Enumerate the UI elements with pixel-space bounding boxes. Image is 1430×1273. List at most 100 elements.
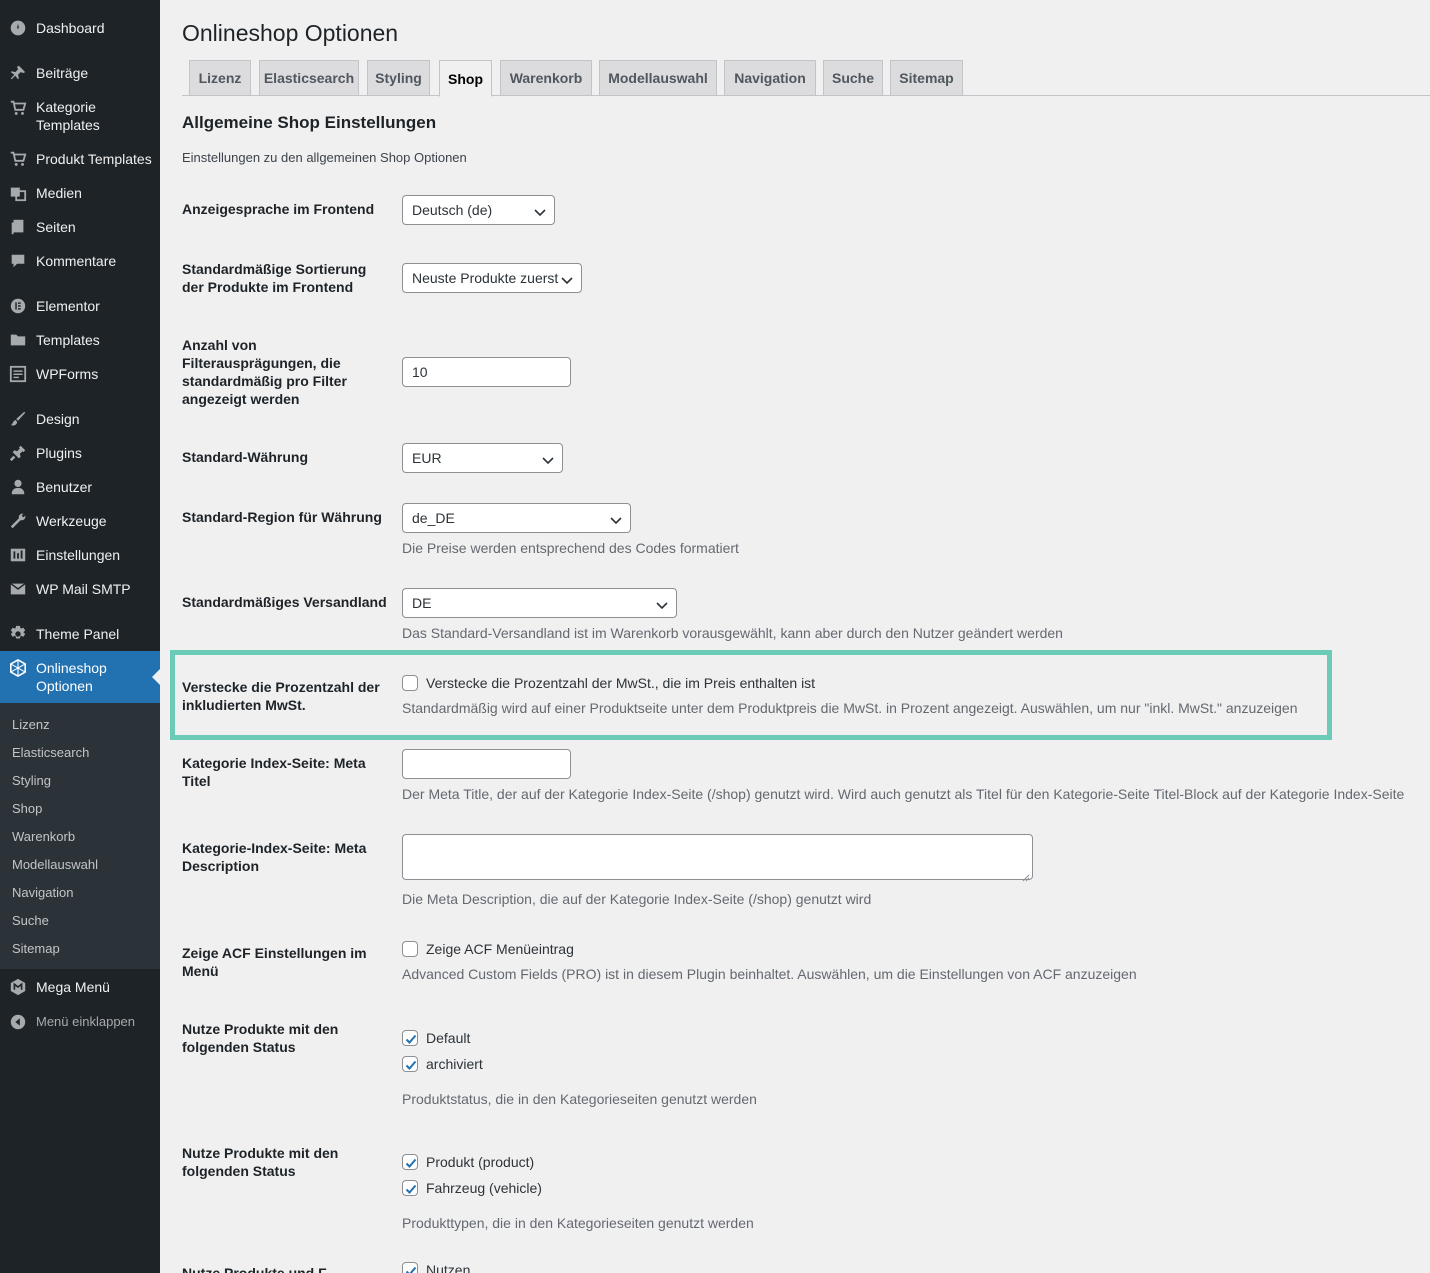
tab-styling[interactable]: Styling [367, 60, 430, 96]
meta-title-label: Kategorie Index-Seite: Meta Titel [182, 755, 366, 789]
region-select[interactable]: de_DE [402, 503, 631, 533]
mail-icon [8, 579, 28, 599]
sidebar-item-templates[interactable]: Templates [0, 330, 160, 350]
checkmark-icon [405, 1158, 417, 1168]
sidebar-item-einstellungen[interactable]: Einstellungen [0, 545, 160, 565]
status-label: Nutze Produkte mit den folgenden Status [182, 1021, 339, 1055]
submenu-item-shop[interactable]: Shop [12, 801, 42, 817]
type-vehicle-checkbox[interactable] [402, 1180, 418, 1196]
meta-description-textarea[interactable] [402, 834, 1033, 882]
pin-icon [8, 63, 28, 83]
acf-label: Zeige ACF Einstellungen im Menü [182, 945, 367, 979]
sorting-select[interactable]: Neuste Produkte zuerst [402, 263, 582, 293]
section-description: Einstellungen zu den allgemeinen Shop Op… [182, 150, 467, 165]
submenu-item-styling[interactable]: Styling [12, 773, 51, 789]
resize-handle-icon[interactable] [1022, 869, 1030, 882]
types-description: Produkttypen, die in den Kategorieseiten… [402, 1215, 754, 1231]
sidebar-item-mega-menu[interactable]: Mega Menü [0, 977, 160, 997]
submenu-item-warenkorb[interactable]: Warenkorb [12, 829, 75, 845]
partial-checkbox[interactable] [402, 1262, 418, 1273]
filter-count-input[interactable]: 10 [402, 357, 571, 387]
sidebar-item-design[interactable]: Design [0, 409, 160, 429]
type-option-product[interactable]: Produkt (product) [402, 1154, 534, 1170]
submenu: Lizenz Elasticsearch Styling Shop Warenk… [0, 703, 160, 969]
collapse-menu-button[interactable]: Menü einklappen [0, 1012, 160, 1032]
sidebar-item-medien[interactable]: Medien [0, 183, 160, 203]
sidebar-item-benutzer[interactable]: Benutzer [0, 477, 160, 497]
submenu-item-navigation[interactable]: Navigation [12, 885, 73, 901]
sidebar-item-kategorie-templates[interactable]: Kategorie Templates [0, 97, 160, 135]
submenu-item-modellauswahl[interactable]: Modellauswahl [12, 857, 98, 873]
tab-shop[interactable]: Shop [439, 60, 492, 97]
chevron-down-icon [561, 273, 573, 285]
checkmark-icon [405, 1034, 417, 1044]
submenu-item-elasticsearch[interactable]: Elasticsearch [12, 745, 89, 761]
cart-icon [8, 98, 28, 118]
submenu-item-lizenz[interactable]: Lizenz [12, 717, 50, 733]
acf-checkbox[interactable] [402, 941, 418, 957]
type-option-vehicle[interactable]: Fahrzeug (vehicle) [402, 1180, 542, 1196]
status-default-checkbox[interactable] [402, 1030, 418, 1046]
hide-vat-checkbox[interactable] [402, 675, 418, 691]
sidebar-item-dashboard[interactable]: Dashboard [0, 18, 160, 38]
forms-icon [8, 364, 28, 384]
comment-icon [8, 251, 28, 271]
tab-navigation[interactable]: Navigation [724, 60, 816, 96]
currency-label: Standard-Währung [182, 449, 308, 465]
gear-icon [8, 624, 28, 644]
sidebar-item-wp-mail-smtp[interactable]: WP Mail SMTP [0, 579, 160, 599]
tab-elasticsearch[interactable]: Elasticsearch [259, 60, 359, 96]
status-archiviert-checkbox[interactable] [402, 1056, 418, 1072]
checkmark-icon [405, 1060, 417, 1070]
sidebar-item-plugins[interactable]: Plugins [0, 443, 160, 463]
sidebar-item-seiten[interactable]: Seiten [0, 217, 160, 237]
acf-description: Advanced Custom Fields (PRO) ist in dies… [402, 966, 1137, 982]
folder-icon [8, 330, 28, 350]
status-description: Produktstatus, die in den Kategorieseite… [402, 1091, 757, 1107]
sidebar-item-werkzeuge[interactable]: Werkzeuge [0, 511, 160, 531]
chevron-down-icon [542, 453, 554, 465]
tab-warenkorb[interactable]: Warenkorb [500, 60, 592, 96]
meta-description-description: Die Meta Description, die auf der Katego… [402, 891, 872, 907]
sidebar-item-onlineshop-optionen[interactable]: Onlineshop Optionen [0, 651, 160, 703]
elementor-icon [8, 296, 28, 316]
partial-label: Nutze Produkte und F [182, 1265, 327, 1273]
language-select[interactable]: Deutsch (de) [402, 195, 555, 225]
meta-title-input[interactable] [402, 749, 571, 779]
tab-lizenz[interactable]: Lizenz [189, 60, 251, 96]
sidebar-item-theme-panel[interactable]: Theme Panel [0, 624, 160, 644]
type-product-checkbox[interactable] [402, 1154, 418, 1170]
sidebar-item-beitraege[interactable]: Beiträge [0, 63, 160, 83]
submenu-item-sitemap[interactable]: Sitemap [12, 941, 60, 957]
hide-vat-description: Standardmäßig wird auf einer Produktseit… [402, 700, 1298, 716]
types-label: Nutze Produkte mit den folgenden Status [182, 1145, 339, 1179]
settings-icon [8, 545, 28, 565]
plugin-icon [8, 443, 28, 463]
sorting-label: Standardmäßige Sortierung der Produkte im… [182, 261, 367, 295]
status-option-archiviert[interactable]: archiviert [402, 1056, 483, 1072]
region-description: Die Preise werden entsprechend des Codes… [402, 540, 739, 556]
user-icon [8, 477, 28, 497]
currency-select[interactable]: EUR [402, 443, 563, 473]
brush-icon [8, 409, 28, 429]
page-title: Onlineshop Optionen [182, 20, 399, 46]
media-icon [8, 183, 28, 203]
partial-option[interactable]: Nutzen [402, 1262, 470, 1273]
submenu-item-suche[interactable]: Suche [12, 913, 49, 929]
sidebar-item-kommentare[interactable]: Kommentare [0, 251, 160, 271]
tab-modellauswahl[interactable]: Modellauswahl [599, 60, 717, 96]
sidebar-item-produkt-templates[interactable]: Produkt Templates [0, 149, 160, 169]
meta-title-description: Der Meta Title, der auf der Kategorie In… [402, 786, 1405, 802]
sidebar-item-wpforms[interactable]: WPForms [0, 364, 160, 384]
hide-vat-label: Verstecke die Prozentzahl der inkludierte… [182, 679, 380, 713]
chevron-down-icon [534, 205, 546, 217]
status-option-default[interactable]: Default [402, 1030, 470, 1046]
hexagon-icon [8, 658, 28, 678]
tab-suche[interactable]: Suche [823, 60, 883, 96]
meta-description-label: Kategorie-Index-Seite: Meta Description [182, 840, 367, 874]
sidebar-item-elementor[interactable]: Elementor [0, 296, 160, 316]
acf-option[interactable]: Zeige ACF Menüeintrag [402, 941, 574, 957]
hide-vat-option[interactable]: Verstecke die Prozentzahl der MwSt., die… [402, 675, 815, 691]
shipping-country-select[interactable]: DE [402, 588, 677, 618]
tab-sitemap[interactable]: Sitemap [890, 60, 963, 96]
